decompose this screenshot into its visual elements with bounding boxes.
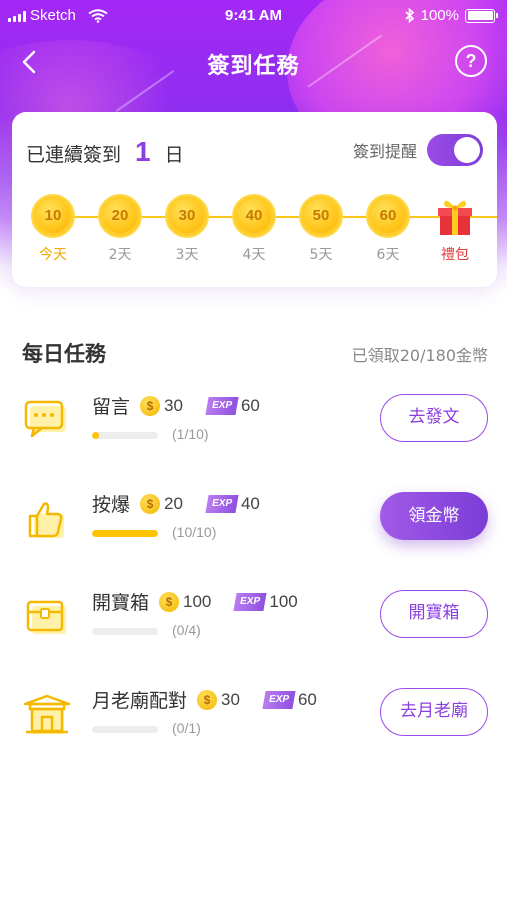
open-chest-button[interactable]: 開寶箱	[380, 590, 488, 638]
coin-amount: 30	[164, 395, 183, 415]
day-label: 6天	[376, 247, 400, 263]
coin-icon: $	[159, 591, 180, 612]
exp-amount: 40	[240, 493, 260, 513]
coin-icon: $	[197, 689, 218, 710]
section-title: 每日任務	[22, 342, 106, 366]
battery-info: 100%	[405, 7, 498, 24]
coin-icon: $	[140, 395, 161, 416]
coin-icon: 30	[165, 194, 209, 238]
task-progress-bar	[92, 432, 158, 439]
nav-bar: 簽到任務 ?	[0, 40, 507, 84]
checkin-day[interactable]: 50 5天	[294, 194, 348, 264]
temple-icon	[22, 690, 72, 740]
exp-reward: EXP 100	[221, 591, 298, 612]
post-button[interactable]: 去發文	[380, 394, 488, 442]
coin-icon: 10	[31, 194, 75, 238]
help-button[interactable]: ?	[455, 45, 487, 77]
coin-icon: 60	[366, 194, 410, 238]
exp-amount: 60	[240, 395, 260, 415]
task-name: 留言	[92, 396, 131, 418]
day-label: 3天	[175, 247, 199, 263]
status-bar: Sketch 9:41 AM 100%	[0, 0, 507, 32]
checkin-day[interactable]: 40 4天	[227, 194, 281, 264]
bluetooth-icon	[405, 8, 414, 23]
coin-amount: 100	[183, 591, 212, 611]
thumbs-up-icon	[22, 494, 72, 544]
exp-amount: 60	[297, 689, 317, 709]
go-temple-button[interactable]: 去月老廟	[380, 688, 488, 736]
coin-reward: $ 30	[140, 395, 183, 416]
checkin-day[interactable]: 20 2天	[93, 194, 147, 264]
claim-coins-button[interactable]: 領金幣	[380, 492, 488, 540]
coin-icon: 40	[232, 194, 276, 238]
coin-icon: $	[140, 493, 161, 514]
task-progress-bar	[92, 726, 158, 733]
battery-percent: 100%	[420, 7, 459, 24]
coin-reward: $ 100	[159, 591, 212, 612]
exp-amount: 100	[269, 591, 298, 611]
progress-text: (0/1)	[172, 720, 201, 736]
daily-tasks-header: 每日任務 已領取20/180金幣	[22, 338, 488, 366]
task-progress-bar	[92, 530, 158, 537]
exp-reward: EXP 60	[250, 690, 317, 710]
checkin-day[interactable]: 10 今天	[26, 194, 80, 264]
task-name: 開寶箱	[92, 592, 150, 614]
reminder-toggle[interactable]	[427, 134, 483, 166]
claimed-summary: 已領取20/180金幣	[351, 346, 488, 365]
coin-icon: 20	[98, 194, 142, 238]
progress-fill	[92, 530, 158, 537]
progress-fill	[92, 432, 99, 439]
checkin-schedule: 10 今天 20 2天 30 3天 40 4天 50 5天 60 6天 禮包	[12, 194, 497, 274]
task-row: 留言 $ 30 EXP 60 (1/10) 去發文	[22, 392, 492, 464]
exp-badge: EXP	[262, 690, 296, 709]
coin-reward: $ 30	[197, 689, 240, 710]
task-progress-bar	[92, 628, 158, 635]
streak-prefix: 已連續簽到	[26, 144, 122, 166]
task-title: 按爆 $ 20 EXP 40	[92, 490, 260, 517]
comment-icon	[22, 396, 72, 446]
coin-amount: 30	[221, 689, 240, 709]
exp-badge: EXP	[205, 396, 239, 415]
coin-reward: $ 20	[140, 493, 183, 514]
day-label: 4天	[242, 247, 266, 263]
progress-text: (1/10)	[172, 426, 209, 442]
checkin-card: 已連續簽到 1 日 簽到提醒 10 今天 20 2天 30 3天 40 4天 5…	[12, 112, 497, 287]
day-label: 禮包	[441, 247, 469, 263]
task-row: 按爆 $ 20 EXP 40 (10/10) 領金幣	[22, 490, 492, 562]
checkin-day[interactable]: 30 3天	[160, 194, 214, 264]
exp-badge: EXP	[233, 592, 267, 611]
page-title: 簽到任務	[207, 54, 300, 79]
streak-days: 1	[135, 136, 151, 167]
task-title: 留言 $ 30 EXP 60	[92, 392, 260, 419]
gift-icon	[433, 194, 477, 238]
streak-summary: 已連續簽到 1 日	[26, 136, 184, 168]
task-title: 開寶箱 $ 100 EXP 100	[92, 588, 298, 615]
task-name: 按爆	[92, 494, 131, 516]
task-name: 月老廟配對	[92, 690, 188, 712]
day-label: 2天	[108, 247, 132, 263]
reminder-setting: 簽到提醒	[353, 134, 483, 166]
exp-reward: EXP 60	[193, 396, 260, 416]
task-row: 開寶箱 $ 100 EXP 100 (0/4) 開寶箱	[22, 588, 492, 660]
exp-reward: EXP 40	[193, 494, 260, 514]
task-row: 月老廟配對 $ 30 EXP 60 (0/1) 去月老廟	[22, 686, 492, 758]
checkin-day[interactable]: 60 6天	[361, 194, 415, 264]
reminder-label: 簽到提醒	[352, 142, 417, 161]
battery-icon	[465, 8, 498, 23]
streak-suffix: 日	[164, 144, 184, 166]
coin-amount: 20	[164, 493, 183, 513]
task-title: 月老廟配對 $ 30 EXP 60	[92, 686, 317, 713]
day-label: 今天	[39, 247, 67, 263]
coin-icon: 50	[299, 194, 343, 238]
treasure-chest-icon	[22, 592, 72, 642]
day-label: 5天	[309, 247, 333, 263]
progress-text: (0/4)	[172, 622, 201, 638]
progress-text: (10/10)	[172, 524, 217, 540]
checkin-day-gift[interactable]: 禮包	[428, 194, 482, 264]
exp-badge: EXP	[205, 494, 239, 513]
